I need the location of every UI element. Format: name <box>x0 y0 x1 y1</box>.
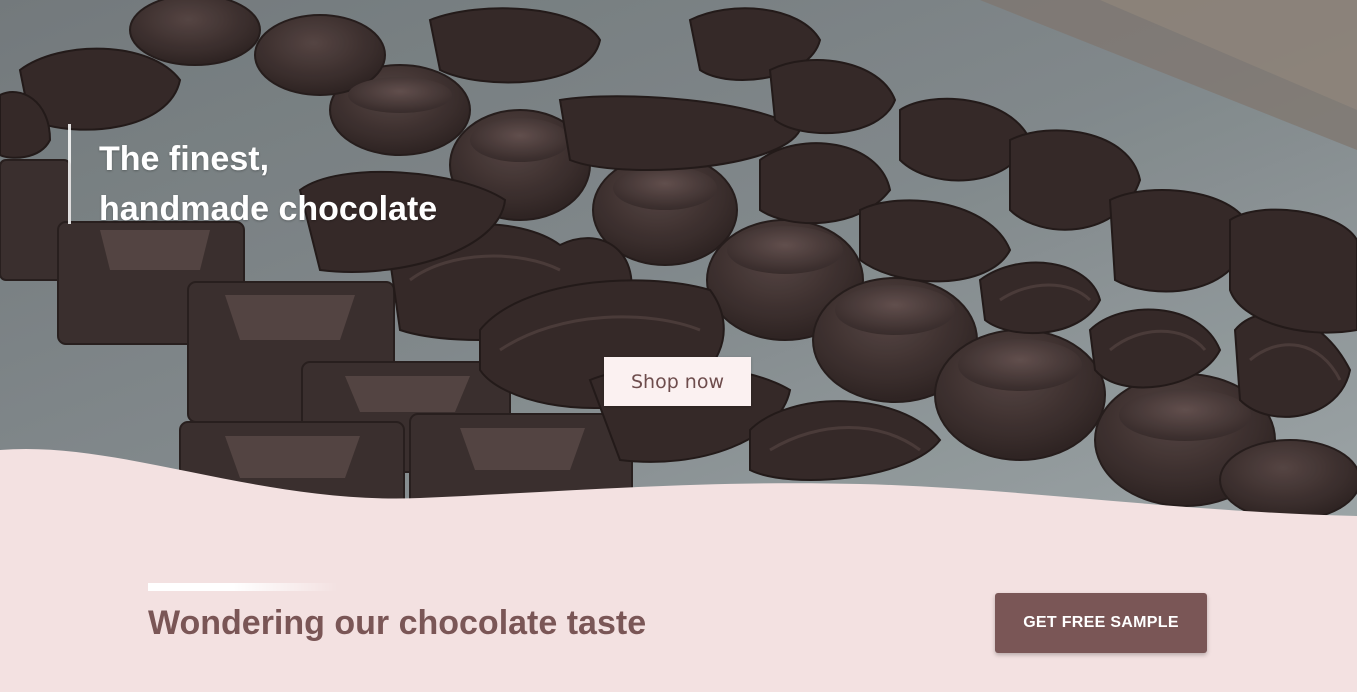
hero-title-line-2: handmade chocolate <box>99 190 438 228</box>
hero-title-line-1: The finest, <box>99 140 270 178</box>
wave-divider <box>0 448 1357 530</box>
get-free-sample-button[interactable]: GET FREE SAMPLE <box>995 593 1207 653</box>
hero-title: The finest, handmade chocolate <box>68 124 437 228</box>
section-heading: Wondering our chocolate taste <box>148 604 647 642</box>
shop-now-button[interactable]: Shop now <box>604 357 751 406</box>
heading-accent-bar <box>148 583 338 591</box>
